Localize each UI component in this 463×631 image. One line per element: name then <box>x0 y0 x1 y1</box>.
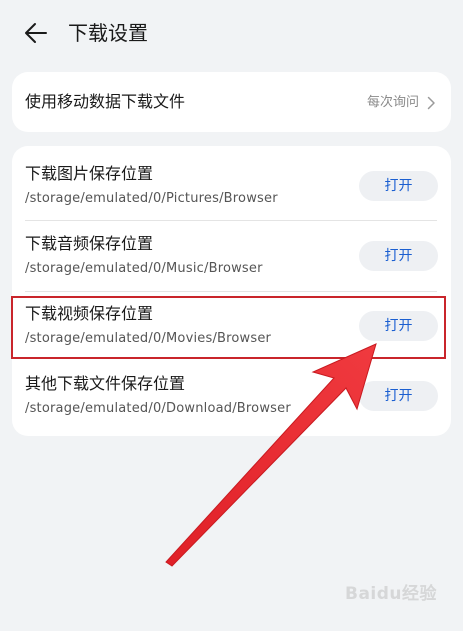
location-row-movies: 下载视频保存位置 /storage/emulated/0/Movies/Brow… <box>12 286 451 356</box>
location-path: /storage/emulated/0/Music/Browser <box>25 261 263 276</box>
location-path: /storage/emulated/0/Pictures/Browser <box>25 191 278 206</box>
chevron-right-icon <box>427 96 435 110</box>
arrow-left-icon <box>25 23 47 43</box>
open-pictures-button[interactable]: 打开 <box>359 171 438 201</box>
back-button[interactable] <box>22 19 52 47</box>
watermark: Baidu经验 <box>345 584 438 604</box>
location-path: /storage/emulated/0/Download/Browser <box>25 401 291 416</box>
location-title: 下载图片保存位置 <box>25 164 154 183</box>
mobile-data-value: 每次询问 <box>366 95 419 110</box>
mobile-data-card: 使用移动数据下载文件 每次询问 <box>12 72 451 132</box>
location-row-download: 其他下载文件保存位置 /storage/emulated/0/Download/… <box>12 356 451 426</box>
page-title: 下载设置 <box>68 21 148 45</box>
open-music-button[interactable]: 打开 <box>359 241 438 271</box>
header: 下载设置 <box>0 0 463 66</box>
location-row-music: 下载音频保存位置 /storage/emulated/0/Music/Brows… <box>12 216 451 286</box>
location-path: /storage/emulated/0/Movies/Browser <box>25 331 272 346</box>
open-movies-button[interactable]: 打开 <box>359 311 438 341</box>
location-title: 下载视频保存位置 <box>25 304 154 323</box>
mobile-data-label: 使用移动数据下载文件 <box>25 92 186 111</box>
save-locations-card: 下载图片保存位置 /storage/emulated/0/Pictures/Br… <box>12 146 451 436</box>
location-title: 其他下载文件保存位置 <box>25 374 186 393</box>
open-download-button[interactable]: 打开 <box>359 381 438 411</box>
location-title: 下载音频保存位置 <box>25 234 154 253</box>
mobile-data-download-setting[interactable]: 使用移动数据下载文件 每次询问 <box>12 72 451 132</box>
location-row-pictures: 下载图片保存位置 /storage/emulated/0/Pictures/Br… <box>12 146 451 216</box>
